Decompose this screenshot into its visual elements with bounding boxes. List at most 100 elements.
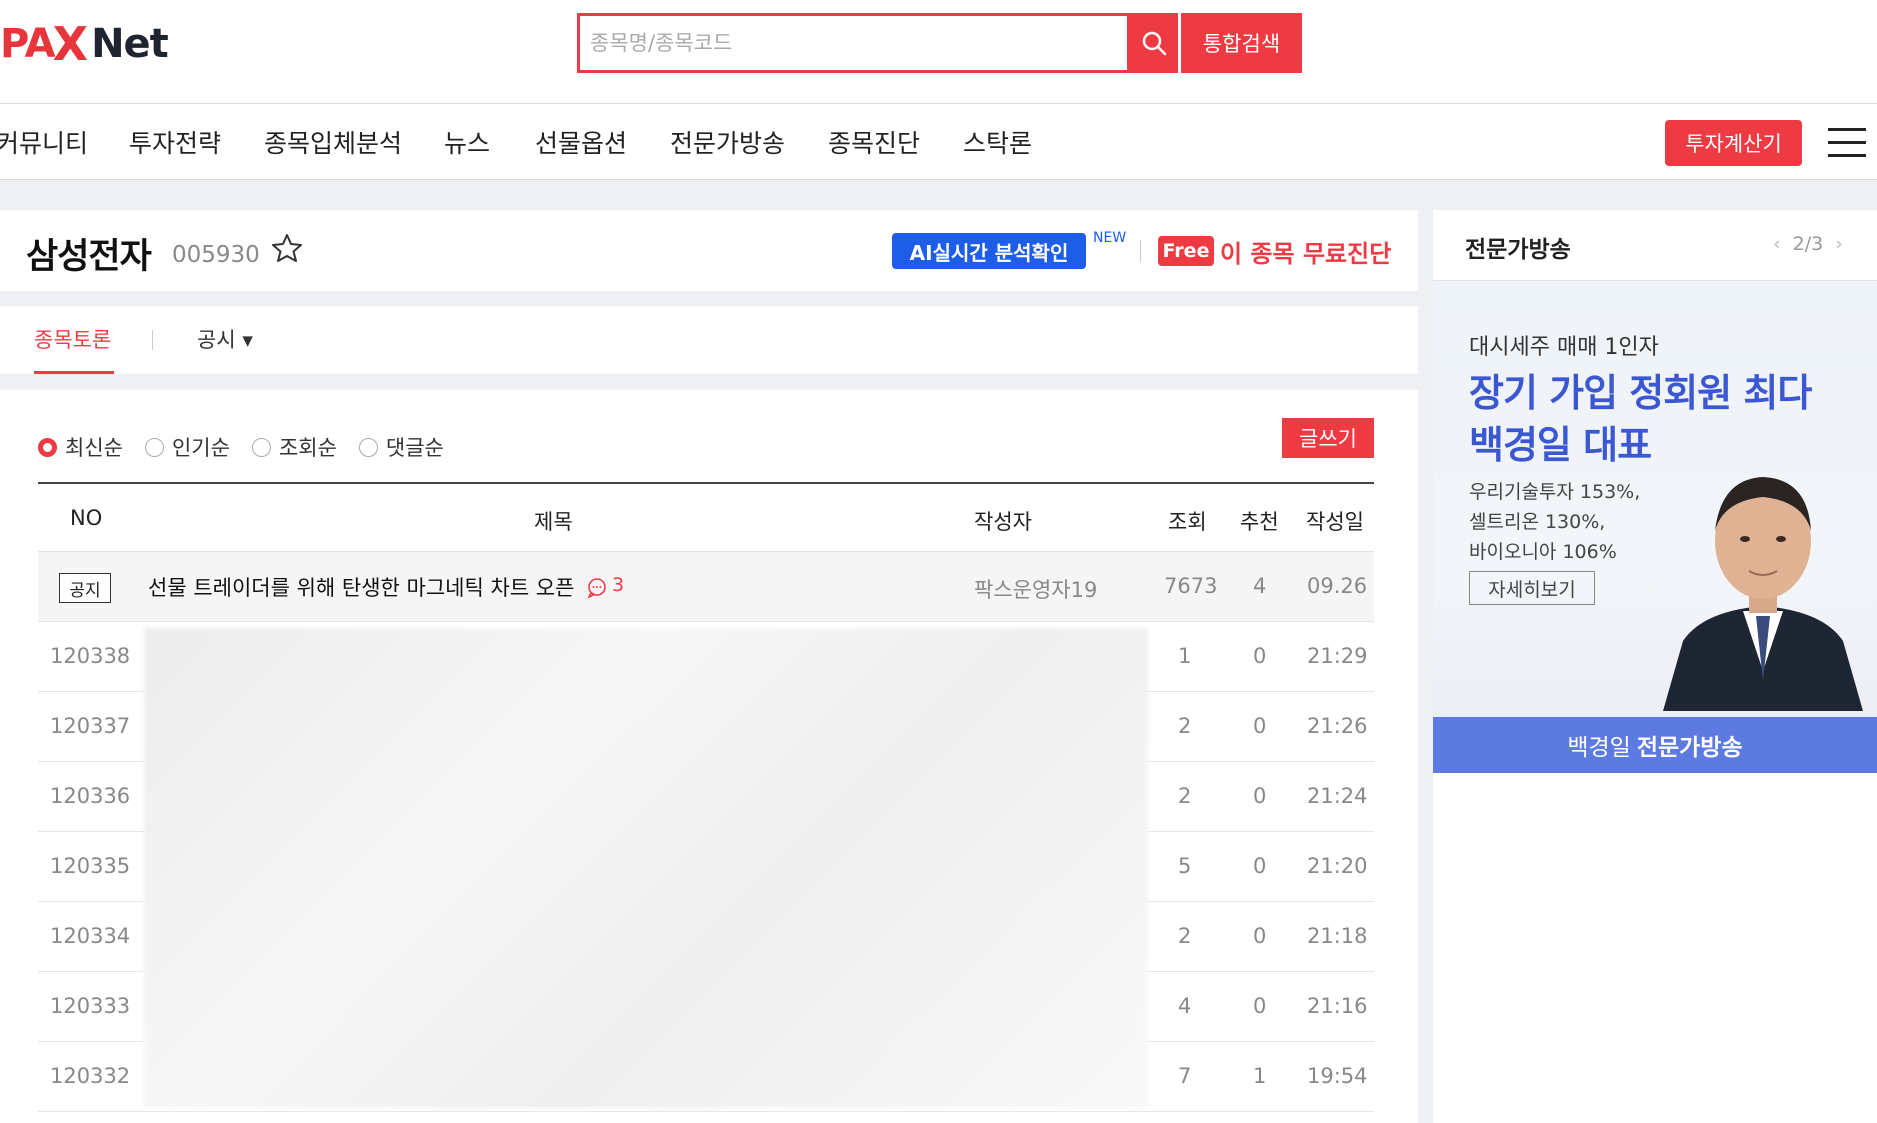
sort-label: 조회순 [278,436,337,460]
divider [1140,240,1141,262]
free-badge[interactable]: Free [1158,236,1214,266]
search-button[interactable] [1130,13,1178,73]
views: 7 [1178,1064,1192,1088]
expert-ad-banner[interactable]: 대시세주 매매 1인자 장기 가입 정회원 최다 백경일 대표 우리기술투자 1… [1433,281,1877,773]
views: 5 [1178,854,1192,878]
views: 7673 [1164,574,1218,598]
ad-headline-line1: 장기 가입 정회원 최다 [1469,371,1812,415]
side-title: 전문가방송 [1465,237,1571,263]
nav-item-diagnosis[interactable]: 종목진단 [828,124,920,160]
sort-latest[interactable]: 최신순 [38,432,123,462]
col-views: 조회 [1168,510,1207,534]
sort-options: 최신순 인기순 조회순 댓글순 [38,432,466,462]
likes: 1 [1253,1064,1267,1088]
new-tag: NEW [1093,230,1127,246]
notice-row[interactable]: 공지 선물 트레이더를 위해 탄생한 마그네틱 차트 오픈 3 팍스운영자19 … [38,552,1374,622]
chevron-right-icon[interactable]: › [1835,233,1843,255]
col-title: 제목 [534,510,573,534]
table-header: NO 제목 작성자 조회 추천 작성일 [38,482,1374,552]
views: 1 [1178,644,1192,668]
notice-title[interactable]: 선물 트레이더를 위해 탄생한 마그네틱 차트 오픈 [148,572,574,602]
col-author: 작성자 [974,510,1032,534]
likes: 0 [1253,714,1267,738]
views: 2 [1178,714,1192,738]
main-nav: 커뮤니티 투자전략 종목입체분석 뉴스 선물옵션 전문가방송 종목진단 스탁론 [0,104,1877,180]
sort-comments[interactable]: 댓글순 [358,432,444,462]
date: 21:29 [1307,644,1368,668]
date: 21:18 [1307,924,1368,948]
notice-badge: 공지 [59,573,111,603]
nav-item-analysis[interactable]: 종목입체분석 [264,124,402,160]
date: 09.26 [1307,574,1368,598]
stock-name: 삼성전자 [26,237,152,277]
radio-icon [251,437,271,457]
ad-more-button[interactable]: 자세히보기 [1469,571,1595,605]
post-no: 120336 [50,784,131,808]
side-pager[interactable]: ‹ 2/3 › [1773,233,1843,255]
sort-label: 최신순 [65,436,123,460]
sort-label: 인기순 [171,436,230,460]
nav-item-expert-broadcast[interactable]: 전문가방송 [670,124,785,160]
nav-item-stockloan[interactable]: 스탁론 [963,124,1032,160]
nav-item-strategy[interactable]: 투자전략 [129,124,221,160]
views: 2 [1178,924,1192,948]
chevron-left-icon[interactable]: ‹ [1773,233,1781,255]
free-diagnosis-link[interactable]: 이 종목 무료진단 [1220,234,1391,269]
nav-item-news[interactable]: 뉴스 [444,124,490,160]
date: 19:54 [1307,1064,1368,1088]
ai-analysis-button[interactable]: AI실시간 분석확인 [892,233,1086,269]
ad-footer-link[interactable]: 백경일 전문가방송 [1433,717,1877,773]
likes: 0 [1253,644,1267,668]
likes: 0 [1253,854,1267,878]
paxnet-logo[interactable]: PA X Net [0,14,169,74]
views: 4 [1178,994,1192,1018]
tab-disclosure[interactable]: 공시 ▾ [197,324,253,354]
post-no: 120337 [50,714,131,738]
post-no: 120333 [50,994,131,1018]
comment-icon [587,578,606,599]
blurred-post-content [144,628,1148,1108]
pager-text: 2/3 [1792,233,1824,255]
post-no: 120335 [50,854,131,878]
sort-popular[interactable]: 인기순 [144,432,230,462]
ad-footer-label: 전문가방송 [1636,735,1743,761]
radio-icon [144,437,164,457]
ad-stat: 바이오니아 106% [1469,541,1617,563]
ad-stat: 우리기술투자 153%, [1469,481,1641,503]
favorite-star-icon[interactable] [271,232,303,264]
date: 21:16 [1307,994,1368,1018]
likes: 0 [1253,994,1267,1018]
logo-pa: PA [0,21,56,67]
likes: 0 [1253,784,1267,808]
author: 팍스운영자19 [974,578,1098,602]
logo-x: X [52,17,88,71]
top-header: PAXNet 통합검색 [0,0,1877,104]
col-date: 작성일 [1306,510,1364,534]
date: 21:20 [1307,854,1368,878]
date: 21:24 [1307,784,1368,808]
ad-stat: 셀트리온 130%, [1469,511,1606,533]
col-no: NO [70,506,103,530]
investment-calculator-button[interactable]: 투자계산기 [1665,120,1802,166]
search-icon [1142,31,1167,56]
sort-views[interactable]: 조회순 [251,432,337,462]
expert-portrait-image [1663,477,1863,711]
total-search-button[interactable]: 통합검색 [1181,13,1302,73]
nav-item-community[interactable]: 커뮤니티 [0,124,88,160]
likes: 0 [1253,924,1267,948]
col-likes: 추천 [1240,510,1279,534]
menu-icon[interactable] [1828,128,1866,157]
radio-icon [358,437,378,457]
stock-code: 005930 [172,242,260,268]
logo-net: Net [91,21,169,67]
write-post-button[interactable]: 글쓰기 [1282,418,1374,458]
search-input[interactable] [580,16,1127,70]
search-box [577,13,1130,73]
ad-footer-name: 백경일 [1567,735,1631,761]
ad-subtitle: 대시세주 매매 1인자 [1469,335,1659,360]
nav-item-futures[interactable]: 선물옵션 [535,124,627,160]
likes: 4 [1253,574,1267,598]
expert-broadcast-panel: 전문가방송 ‹ 2/3 › 대시세주 매매 1인자 장기 가입 정회원 최다 백… [1433,210,1877,1123]
comment-count: 3 [612,574,625,596]
tab-discussion[interactable]: 종목토론 [34,324,111,354]
